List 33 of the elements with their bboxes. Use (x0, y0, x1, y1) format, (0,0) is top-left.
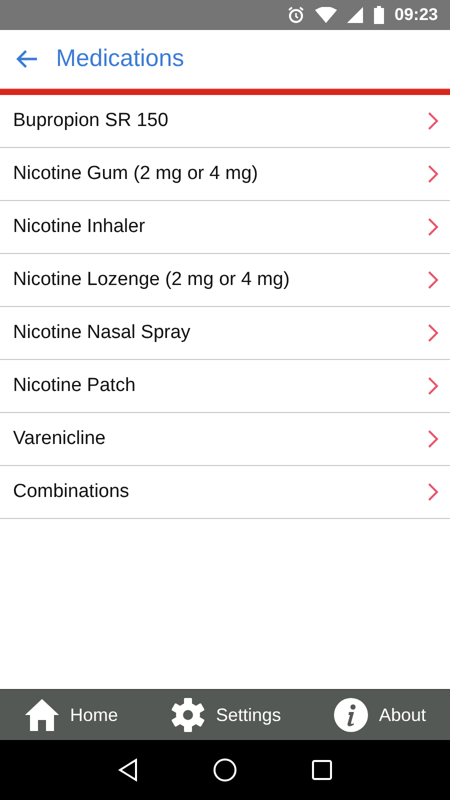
back-button[interactable] (15, 49, 39, 69)
chevron-right-icon (427, 270, 439, 290)
medication-item[interactable]: Nicotine Lozenge (2 mg or 4 mg) (0, 254, 450, 307)
medication-item[interactable]: Nicotine Nasal Spray (0, 307, 450, 360)
medication-item[interactable]: Nicotine Patch (0, 360, 450, 413)
chevron-right-icon (427, 323, 439, 343)
wifi-icon (314, 7, 337, 23)
medication-item[interactable]: Bupropion SR 150 (0, 95, 450, 148)
chevron-right-icon (427, 482, 439, 502)
medication-item[interactable]: Combinations (0, 466, 450, 519)
alarm-icon (286, 6, 305, 24)
settings-icon (170, 697, 206, 733)
battery-icon (372, 6, 385, 24)
chevron-right-icon (427, 376, 439, 396)
chevron-right-icon (427, 164, 439, 184)
nav-about-button[interactable]: About (332, 697, 426, 733)
home-icon (24, 698, 60, 732)
medication-item[interactable]: Nicotine Inhaler (0, 201, 450, 254)
medication-item[interactable]: Varenicline (0, 413, 450, 466)
chevron-right-icon (427, 111, 439, 131)
back-arrow-icon (15, 49, 39, 69)
info-icon (332, 697, 369, 733)
signal-icon (346, 7, 363, 23)
chevron-right-icon (427, 217, 439, 237)
chevron-right-icon (427, 429, 439, 449)
nav-settings-button[interactable]: Settings (170, 697, 281, 733)
medication-item[interactable]: Nicotine Gum (2 mg or 4 mg) (0, 148, 450, 201)
status-time: 09:23 (394, 5, 438, 25)
nav-home-button[interactable]: Home (24, 698, 118, 732)
recents-square-icon[interactable] (311, 759, 333, 781)
page-title: Medications (56, 45, 184, 73)
home-circle-icon[interactable] (213, 758, 237, 782)
back-triangle-icon[interactable] (117, 758, 139, 782)
